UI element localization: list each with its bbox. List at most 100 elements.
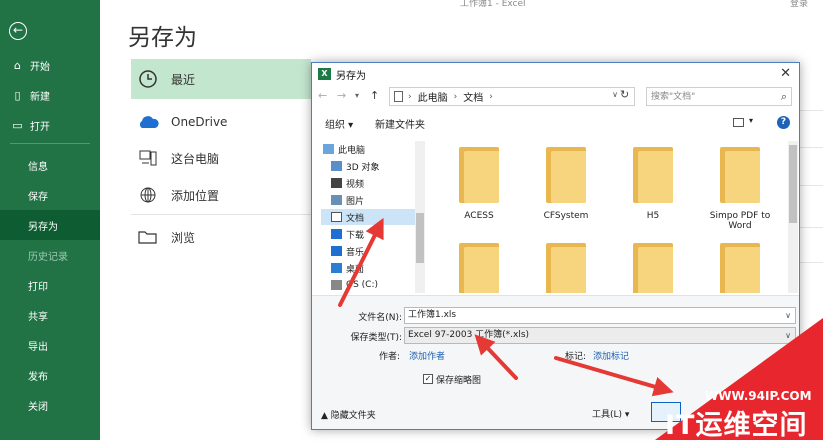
folder-item[interactable] (700, 243, 780, 293)
backstage-item-lower-3: 历史记录 (28, 251, 68, 263)
back-arrow-icon[interactable]: ← (9, 22, 27, 40)
author-label: 作者: (378, 352, 400, 362)
folder-name: H5 (646, 211, 660, 221)
sign-in-link[interactable]: 登录 (790, 0, 808, 9)
video-icon (331, 178, 342, 188)
backstage-item-1[interactable]: ▯ 新建 (0, 80, 100, 110)
location-1[interactable]: OneDrive (131, 102, 311, 142)
folder-icon (720, 243, 760, 293)
drive-icon (331, 280, 342, 290)
location-4[interactable]: 浏览 (131, 217, 311, 257)
backstage-item-lower-1[interactable]: 保存 (0, 180, 100, 210)
tools-button[interactable]: 工具(L) ▾ (592, 407, 629, 420)
folder-item[interactable] (526, 243, 606, 293)
excel-icon: X (318, 68, 331, 80)
backstage-item-lower-2[interactable]: 另存为 (0, 210, 100, 240)
tree-item-4[interactable]: 文档 (321, 209, 421, 225)
filetype-value: Excel 97-2003 工作簿(*.xls) (408, 330, 530, 340)
chevron-down-icon: ▾ (624, 410, 630, 420)
folder-name: CFSystem (543, 211, 589, 221)
filetype-label: 保存类型(T): (350, 333, 402, 343)
watermark: WWW.94IP.COM IT运维空间 (655, 318, 823, 441)
recent-locations-icon[interactable]: ▾ (355, 91, 359, 100)
document-icon (331, 212, 342, 222)
page-title: 另存为 (128, 25, 197, 51)
backstage-item-lower-0[interactable]: 信息 (0, 150, 100, 180)
open-folder-icon: ▭ (12, 118, 23, 132)
folder-item[interactable] (613, 243, 693, 293)
close-icon[interactable]: ✕ (780, 66, 791, 81)
help-icon[interactable]: ? (777, 116, 790, 129)
chevron-down-icon[interactable]: ▾ (749, 116, 753, 125)
computer-icon (137, 147, 159, 169)
cube-icon (331, 161, 342, 171)
folder-name: Simpo PDF to Word (709, 211, 771, 231)
chevron-down-icon[interactable]: ∨ (612, 90, 618, 99)
new-document-icon: ▯ (14, 88, 21, 102)
add-author-link[interactable]: 添加作者 (409, 349, 445, 362)
music-icon (331, 246, 342, 256)
tree-item-1[interactable]: 3D 对象 (321, 158, 421, 174)
forward-icon[interactable]: → (337, 89, 346, 102)
breadcrumb-documents[interactable]: 文档 (463, 89, 483, 104)
backstage-item-lower-8[interactable]: 关闭 (0, 390, 100, 420)
home-icon: ⌂ (14, 58, 21, 72)
add-tags-link[interactable]: 添加标记 (593, 349, 629, 362)
tree-item-8[interactable]: OS (C:) (321, 277, 421, 293)
search-input[interactable]: 搜索"文档" ⌕ (646, 87, 792, 106)
hide-folders-button[interactable]: ▲ 隐藏文件夹 (321, 408, 376, 421)
desktop-icon (331, 263, 342, 273)
new-folder-button[interactable]: 新建文件夹 (375, 116, 425, 131)
folder-icon (546, 243, 586, 293)
dialog-title: 另存为 (336, 70, 366, 82)
location-2[interactable]: 这台电脑 (131, 138, 311, 178)
view-options-icon[interactable] (733, 118, 744, 127)
document-icon (394, 91, 403, 102)
files-scroll-thumb[interactable] (789, 145, 797, 223)
tree-item-3[interactable]: 图片 (321, 192, 421, 208)
tree-item-5[interactable]: 下载 (321, 226, 421, 242)
folder-icon (633, 243, 673, 293)
tree-item-2[interactable]: 视频 (321, 175, 421, 191)
tree-item-6[interactable]: 音乐 (321, 243, 421, 259)
refresh-icon[interactable]: ↻ (620, 88, 629, 101)
folder-icon (459, 147, 499, 203)
folder-item[interactable]: CFSystem (526, 147, 606, 221)
backstage-item-lower-6[interactable]: 导出 (0, 330, 100, 360)
folder-item[interactable]: H5 (613, 147, 693, 221)
sidebar-divider (10, 143, 90, 144)
tree-item-7[interactable]: 桌面 (321, 260, 421, 276)
organize-button[interactable]: 组织 ▾ (325, 116, 353, 131)
folder-icon (137, 226, 159, 248)
breadcrumb-this-pc[interactable]: 此电脑 (418, 89, 448, 104)
computer-icon (323, 144, 334, 154)
backstage-item-lower-4[interactable]: 打印 (0, 270, 100, 300)
filename-value: 工作簿1.xls (408, 310, 457, 320)
tree-item-0[interactable]: 此电脑 (321, 141, 421, 157)
locations-divider (131, 214, 311, 215)
backstage-item-lower-7[interactable]: 发布 (0, 360, 100, 390)
filename-label: 文件名(N): (358, 313, 402, 323)
up-icon[interactable]: ↑ (370, 89, 379, 102)
folder-icon (633, 147, 673, 203)
folder-item[interactable]: Simpo PDF to Word (700, 147, 780, 231)
dialog-titlebar[interactable]: X 另存为 (312, 63, 799, 85)
backstage-lower-nav: 信息 保存 另存为历史记录打印 共享 导出 发布 关闭 (0, 150, 100, 420)
tree-scroll-thumb[interactable] (416, 213, 424, 263)
chevron-up-icon: ▲ (321, 411, 331, 421)
download-icon (331, 229, 342, 239)
window-title: 工作簿1 - Excel (460, 0, 526, 9)
address-bar[interactable]: › 此电脑 › 文档 › ∨ (389, 87, 635, 106)
tags-label: 标记: (564, 352, 586, 362)
backstage-item-2[interactable]: ▭ 打开 (0, 110, 100, 140)
folder-icon (720, 147, 760, 203)
folder-item[interactable]: ACESS (439, 147, 519, 221)
save-thumbnail-checkbox[interactable]: ✓ (423, 374, 433, 384)
back-icon[interactable]: ← (318, 89, 327, 102)
search-placeholder: 搜索"文档" (651, 92, 696, 102)
location-0[interactable]: 最近 (131, 59, 311, 99)
location-3[interactable]: 添加位置 (131, 175, 311, 215)
backstage-item-lower-5[interactable]: 共享 (0, 300, 100, 330)
backstage-item-0[interactable]: ⌂ 开始 (0, 50, 100, 80)
folder-item[interactable] (439, 243, 519, 293)
